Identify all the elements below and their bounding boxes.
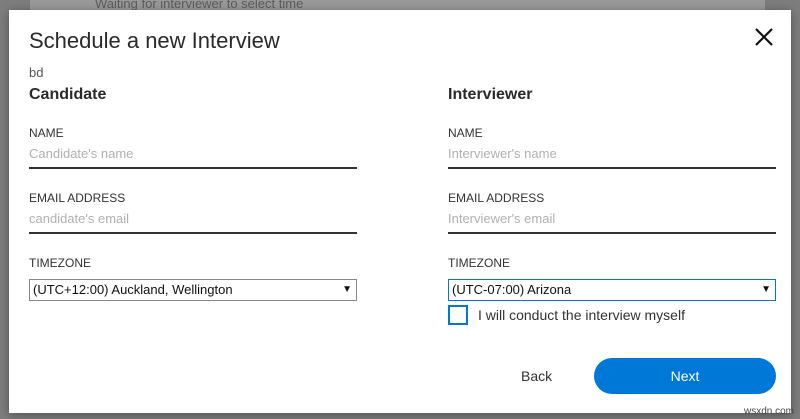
candidate-heading: Candidate [29, 86, 107, 103]
back-button[interactable]: Back [521, 368, 552, 384]
self-conduct-checkbox[interactable] [448, 305, 468, 325]
candidate-timezone-select[interactable]: (UTC+12:00) Auckland, Wellington ▼ [29, 279, 357, 301]
interviewer-timezone-value: (UTC-07:00) Arizona [452, 282, 572, 297]
interviewer-name-input[interactable] [448, 142, 776, 169]
interviewer-email-input[interactable] [448, 207, 776, 234]
interviewer-section: Interviewer NAME EMAIL ADDRESS TIMEZONE … [448, 86, 776, 301]
close-button[interactable] [751, 24, 777, 50]
interviewer-timezone-select[interactable]: (UTC-07:00) Arizona ▼ [448, 279, 776, 301]
candidate-name-input[interactable] [29, 142, 357, 169]
interviewer-email-label: EMAIL ADDRESS [448, 191, 545, 205]
close-icon [755, 28, 773, 46]
candidate-name-label: NAME [29, 126, 64, 140]
self-conduct-row[interactable]: I will conduct the interview myself [448, 305, 685, 325]
schedule-interview-dialog: Schedule a new Interview bd Candidate NA… [9, 10, 791, 413]
self-conduct-label[interactable]: I will conduct the interview myself [478, 307, 685, 323]
interviewer-timezone-label: TIMEZONE [448, 256, 510, 270]
candidate-email-label: EMAIL ADDRESS [29, 191, 126, 205]
candidate-email-input[interactable] [29, 207, 357, 234]
watermark-text: wsxdn.com [743, 406, 794, 417]
dropdown-arrow-icon: ▼ [761, 284, 771, 295]
dialog-title: Schedule a new Interview [29, 28, 280, 53]
candidate-timezone-value: (UTC+12:00) Auckland, Wellington [33, 282, 233, 297]
dialog-subtitle: bd [29, 65, 44, 80]
candidate-section: Candidate NAME EMAIL ADDRESS TIMEZONE (U… [29, 86, 357, 301]
interviewer-name-label: NAME [448, 126, 483, 140]
next-button[interactable]: Next [594, 358, 776, 394]
dropdown-arrow-icon: ▼ [342, 284, 352, 295]
candidate-timezone-label: TIMEZONE [29, 256, 91, 270]
interviewer-heading: Interviewer [448, 86, 533, 103]
